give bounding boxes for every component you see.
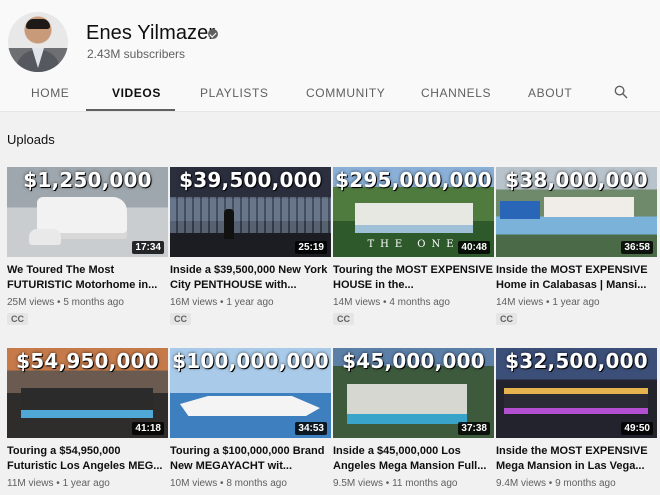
video-title[interactable]: We Toured The Most FUTURISTIC Motorhome …	[7, 263, 168, 293]
video-card[interactable]: $39,500,000 25:19 Inside a $39,500,000 N…	[170, 167, 331, 327]
upload-age: 11 months ago	[392, 478, 458, 489]
thumbnail-price-overlay: $45,000,000	[342, 349, 485, 373]
view-count: 14M views	[333, 297, 381, 308]
video-card[interactable]: THE ONE $295,000,000 40:48 Touring the M…	[333, 167, 494, 327]
thumbnail-price-overlay: $54,950,000	[16, 349, 159, 373]
view-count: 16M views	[170, 297, 218, 308]
video-meta: 14M views • 4 months ago	[333, 297, 450, 308]
thumbnail-price-overlay: $39,500,000	[179, 168, 322, 192]
view-count: 10M views	[170, 478, 218, 489]
thumbnail-price-overlay: $1,250,000	[23, 168, 152, 192]
video-thumbnail[interactable]: $100,000,000 34:53	[170, 348, 331, 438]
thumb-art	[504, 388, 648, 414]
thumb-art	[224, 209, 234, 239]
upload-age: 9 months ago	[555, 478, 616, 489]
videos-grid-section: Uploads $1,250,000 17:34 We Toured The M…	[0, 112, 660, 495]
tab-videos[interactable]: VIDEOS	[112, 86, 161, 100]
video-title[interactable]: Inside the MOST EXPENSIVE Home in Calaba…	[496, 263, 657, 293]
channel-tabs: HOME VIDEOS PLAYLISTS COMMUNITY CHANNELS…	[0, 74, 660, 111]
verified-badge-icon	[208, 29, 218, 39]
video-meta: 25M views • 5 months ago	[7, 297, 124, 308]
view-count: 25M views	[7, 297, 55, 308]
view-count: 9.4M views	[496, 478, 547, 489]
video-meta: 14M views • 1 year ago	[496, 297, 600, 308]
video-card[interactable]: $1,250,000 17:34 We Toured The Most FUTU…	[7, 167, 168, 327]
video-title[interactable]: Inside the MOST EXPENSIVE Mega Mansion i…	[496, 444, 657, 474]
video-duration: 34:53	[295, 422, 327, 435]
cc-badge: CC	[7, 313, 28, 325]
video-card[interactable]: $32,500,000 49:50 Inside the MOST EXPENS…	[496, 348, 657, 489]
thumbnail-price-overlay: $295,000,000	[335, 168, 492, 192]
channel-header: Enes Yilmazer 2.43M subscribers HOME VID…	[0, 0, 660, 111]
view-count: 9.5M views	[333, 478, 384, 489]
upload-age: 1 year ago	[552, 297, 600, 308]
video-card[interactable]: $38,000,000 36:58 Inside the MOST EXPENS…	[496, 167, 657, 327]
video-title[interactable]: Touring the MOST EXPENSIVE HOUSE in the.…	[333, 263, 494, 293]
video-thumbnail[interactable]: $54,950,000 41:18	[7, 348, 168, 438]
video-thumbnail[interactable]: $32,500,000 49:50	[496, 348, 657, 438]
tab-playlists[interactable]: PLAYLISTS	[200, 86, 269, 100]
video-title[interactable]: Touring a $54,950,000 Futuristic Los Ang…	[7, 444, 168, 474]
tab-about[interactable]: ABOUT	[528, 86, 572, 100]
video-thumbnail[interactable]: $38,000,000 36:58	[496, 167, 657, 257]
video-card[interactable]: $45,000,000 37:38 Inside a $45,000,000 L…	[333, 348, 494, 489]
thumb-art	[500, 201, 540, 219]
video-duration: 40:48	[458, 241, 490, 254]
avatar-hair	[26, 19, 50, 29]
thumbnail-price-overlay: $38,000,000	[505, 168, 648, 192]
video-duration: 25:19	[295, 241, 327, 254]
channel-avatar[interactable]	[8, 12, 68, 72]
cc-badge: CC	[170, 313, 191, 325]
cc-badge: CC	[333, 313, 354, 325]
view-count: 14M views	[496, 297, 544, 308]
video-thumbnail[interactable]: $39,500,000 25:19	[170, 167, 331, 257]
video-title[interactable]: Inside a $39,500,000 New York City PENTH…	[170, 263, 331, 293]
tab-channels[interactable]: CHANNELS	[421, 86, 491, 100]
view-count: 11M views	[7, 478, 54, 489]
video-title[interactable]: Touring a $100,000,000 Brand New MEGAYAC…	[170, 444, 331, 474]
video-thumbnail[interactable]: THE ONE $295,000,000 40:48	[333, 167, 494, 257]
video-meta: 11M views • 1 year ago	[7, 478, 110, 489]
channel-name: Enes Yilmazer	[86, 22, 216, 44]
video-title[interactable]: Inside a $45,000,000 Los Angeles Mega Ma…	[333, 444, 494, 474]
upload-age: 5 months ago	[63, 297, 124, 308]
video-thumbnail[interactable]: $45,000,000 37:38	[333, 348, 494, 438]
video-meta: 10M views • 8 months ago	[170, 478, 287, 489]
video-duration: 37:38	[458, 422, 490, 435]
section-title: Uploads	[7, 132, 55, 147]
subscriber-count: 2.43M subscribers	[87, 47, 186, 61]
video-meta: 9.5M views • 11 months ago	[333, 478, 458, 489]
video-duration: 17:34	[132, 241, 164, 254]
video-meta: 16M views • 1 year ago	[170, 297, 274, 308]
tab-community[interactable]: COMMUNITY	[306, 86, 385, 100]
video-duration: 49:50	[621, 422, 653, 435]
thumb-art	[347, 384, 467, 424]
video-duration: 36:58	[621, 241, 653, 254]
tab-home[interactable]: HOME	[31, 86, 69, 100]
thumb-art	[544, 197, 634, 217]
video-meta: 9.4M views • 9 months ago	[496, 478, 616, 489]
video-card[interactable]: $54,950,000 41:18 Touring a $54,950,000 …	[7, 348, 168, 489]
thumbnail-price-overlay: $100,000,000	[172, 349, 329, 373]
video-duration: 41:18	[132, 422, 164, 435]
thumb-art	[21, 388, 153, 418]
thumbnail-price-overlay: $32,500,000	[505, 349, 648, 373]
thumb-art	[180, 396, 320, 416]
video-thumbnail[interactable]: $1,250,000 17:34	[7, 167, 168, 257]
upload-age: 8 months ago	[226, 478, 287, 489]
upload-age: 1 year ago	[226, 297, 274, 308]
video-card[interactable]: $100,000,000 34:53 Touring a $100,000,00…	[170, 348, 331, 489]
cc-badge: CC	[496, 313, 517, 325]
search-icon[interactable]	[614, 85, 628, 99]
upload-age: 1 year ago	[62, 478, 110, 489]
thumb-art	[170, 197, 331, 233]
thumb-art	[29, 229, 61, 245]
thumb-art	[355, 203, 473, 225]
upload-age: 4 months ago	[389, 297, 450, 308]
